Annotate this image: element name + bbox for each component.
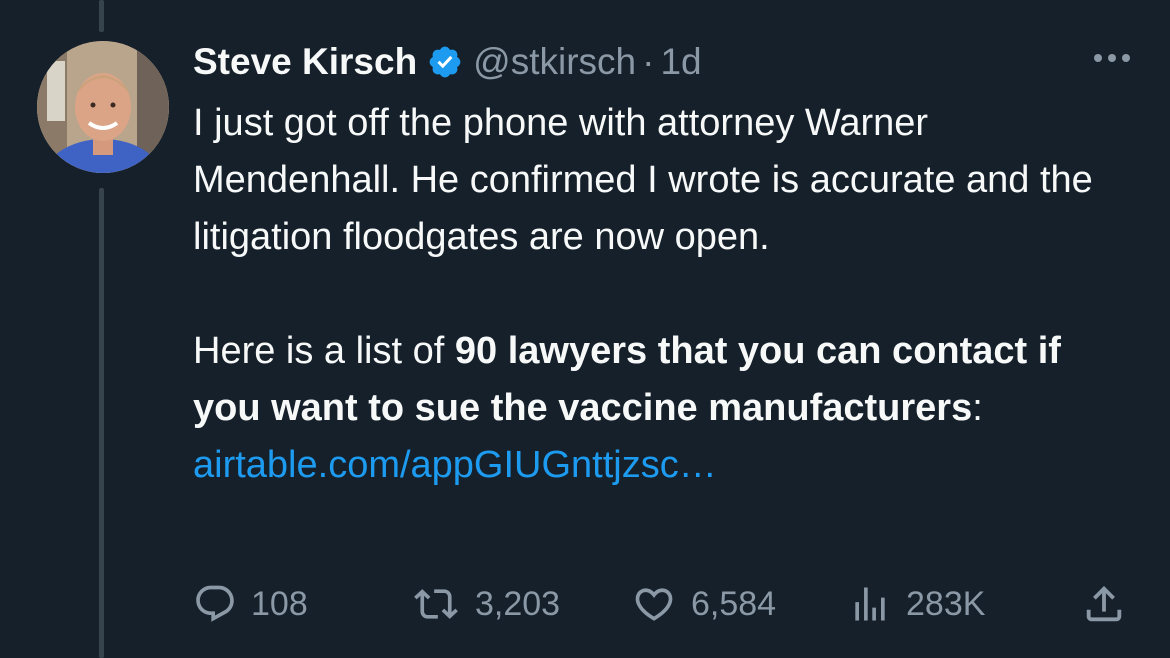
tweet-text-colon: : [972,387,983,429]
more-icon[interactable] [1094,54,1130,62]
tweet-text-prefix: Here is a list of [193,330,455,372]
tweet-header: Steve Kirsch @stkirsch · 1d [193,38,702,86]
reply-button[interactable]: 108 [193,578,308,630]
tweet-paragraph-2: Here is a list of 90 lawyers that you ca… [193,323,1133,494]
handle[interactable]: @stkirsch [473,41,636,83]
thread-line [99,188,104,658]
tweet[interactable]: Steve Kirsch @stkirsch · 1d I just got o… [0,0,1170,658]
retweet-count: 3,203 [475,584,561,623]
share-icon [1086,585,1122,622]
reply-icon [196,585,234,622]
retweet-button[interactable]: 3,203 [411,578,560,630]
display-name[interactable]: Steve Kirsch [193,41,417,83]
views-icon [855,587,885,621]
like-button[interactable]: 6,584 [631,578,776,630]
avatar[interactable] [37,41,169,173]
separator: · [642,41,655,82]
tweet-link[interactable]: airtable.com/​appGIUGnttjzsc… [193,444,717,486]
thread-line-top [99,0,104,32]
action-bar: 108 3,203 6,584 283K [193,578,1133,634]
timestamp[interactable]: 1d [660,41,701,83]
retweet-icon [414,589,458,619]
tweet-paragraph-1: I just got off the phone with attorney W… [193,102,1093,258]
like-icon [635,588,673,621]
share-button[interactable] [1081,578,1141,630]
avatar-image [37,41,169,173]
verified-badge-icon[interactable] [427,44,463,80]
views-button[interactable]: 283K [848,578,985,630]
views-count: 283K [906,584,986,623]
like-count: 6,584 [691,584,777,623]
tweet-text: I just got off the phone with attorney W… [193,95,1133,494]
reply-count: 108 [251,584,308,623]
